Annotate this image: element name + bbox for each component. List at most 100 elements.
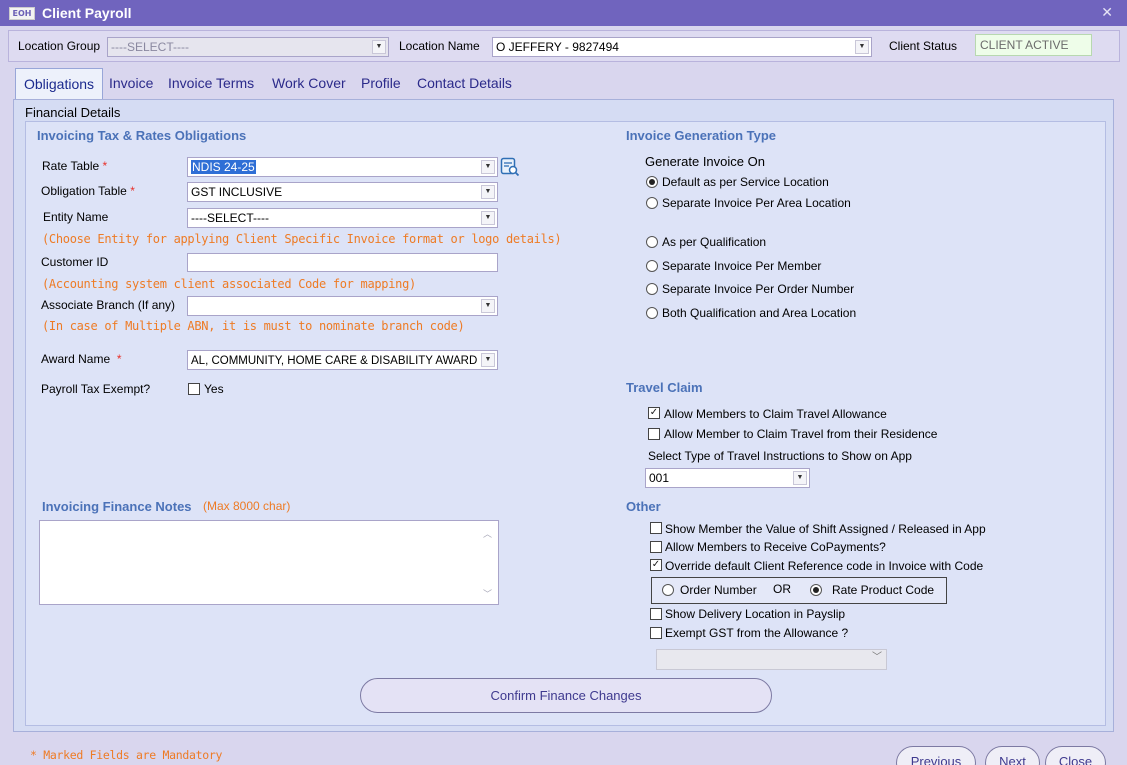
tab-invoice[interactable]: Invoice [109, 68, 153, 100]
allow-travel-allowance-checkbox[interactable]: ✓ [648, 407, 660, 419]
option-separate-per-member: Separate Invoice Per Member [662, 259, 822, 273]
required-marker: * [130, 184, 135, 198]
entity-name-select[interactable]: ----SELECT---- ▼ [187, 208, 498, 228]
rate-product-code-label: Rate Product Code [832, 583, 935, 597]
associate-branch-select[interactable]: ▼ [187, 296, 498, 316]
radio-default-service-location[interactable] [646, 176, 658, 188]
award-name-value: AL, COMMUNITY, HOME CARE & DISABILITY AW… [191, 355, 478, 367]
location-group-select[interactable]: ----SELECT---- ▼ [107, 37, 389, 57]
radio-separate-area-location[interactable] [646, 197, 658, 209]
scroll-down-icon[interactable]: ﹀ [483, 587, 492, 600]
override-ref-code-label: Override default Client Reference code i… [665, 559, 984, 573]
radio-both-qualification-area[interactable] [646, 307, 658, 319]
chevron-down-icon: ▼ [481, 160, 495, 174]
title-bar: EOH Client Payroll ✕ [0, 0, 1127, 26]
exempt-gst-checkbox[interactable] [650, 627, 662, 639]
tab-work-cover[interactable]: Work Cover [272, 68, 346, 100]
obligation-table-select[interactable]: GST INCLUSIVE ▼ [187, 182, 498, 202]
show-shift-value-checkbox[interactable] [650, 522, 662, 534]
option-both-qualification-area: Both Qualification and Area Location [662, 306, 857, 320]
location-group-label: Location Group [18, 39, 101, 53]
location-name-label: Location Name [399, 39, 480, 53]
award-name-label-text: Award Name [41, 352, 111, 366]
travel-instructions-select[interactable]: 001 ▼ [645, 468, 810, 488]
customer-id-label: Customer ID [41, 255, 109, 269]
client-status-label: Client Status [889, 39, 958, 53]
client-payroll-window: EOH Client Payroll ✕ Location Group ----… [0, 0, 1127, 765]
other-section-title: Other [626, 499, 661, 514]
finance-notes-textarea[interactable]: ︿ ﹀ [39, 520, 499, 605]
tax-rates-section-title: Invoicing Tax & Rates Obligations [37, 128, 247, 143]
award-name-select[interactable]: AL, COMMUNITY, HOME CARE & DISABILITY AW… [187, 350, 498, 370]
required-marker: * [102, 159, 108, 173]
option-separate-per-order-number: Separate Invoice Per Order Number [662, 282, 855, 296]
tab-contact-details[interactable]: Contact Details [417, 68, 512, 100]
window-close-icon[interactable]: ✕ [1101, 4, 1113, 21]
allow-travel-allowance-label: Allow Members to Claim Travel Allowance [664, 407, 887, 421]
rate-table-select[interactable]: NDIS 24-25 ▼ [187, 157, 498, 177]
copayments-checkbox[interactable] [650, 541, 662, 553]
or-label: OR [773, 582, 791, 596]
delivery-location-checkbox[interactable] [650, 608, 662, 620]
tab-invoice-terms[interactable]: Invoice Terms [168, 68, 254, 100]
associate-branch-label: Associate Branch (If any) [41, 298, 176, 312]
entity-name-label: Entity Name [43, 210, 109, 224]
chevron-down-icon: ▼ [855, 40, 869, 54]
tab-profile[interactable]: Profile [361, 68, 401, 100]
finance-notes-title: Invoicing Finance Notes [42, 499, 192, 514]
entity-name-value: ----SELECT---- [191, 211, 269, 225]
allowance-select[interactable]: ﹀ [656, 649, 887, 670]
customer-id-input[interactable] [187, 253, 498, 272]
chevron-down-icon: ▼ [793, 471, 807, 485]
location-bar: Location Group ----SELECT---- ▼ Location… [8, 30, 1120, 62]
invoice-generation-title: Invoice Generation Type [626, 128, 777, 143]
travel-from-residence-label: Allow Member to Claim Travel from their … [664, 427, 938, 441]
client-status-field: CLIENT ACTIVE [975, 34, 1092, 56]
radio-separate-per-order-number[interactable] [646, 283, 658, 295]
scroll-up-icon[interactable]: ︿ [483, 527, 492, 540]
chevron-down-icon: ▼ [481, 299, 495, 313]
option-separate-area-location: Separate Invoice Per Area Location [662, 196, 851, 210]
financial-details-label: Financial Details [25, 105, 121, 120]
rate-lookup-icon[interactable] [500, 157, 520, 177]
obligation-table-label-text: Obligation Table [41, 184, 127, 198]
location-name-select[interactable]: O JEFFERY - 9827494 ▼ [492, 37, 872, 57]
rate-table-label-text: Rate Table [42, 159, 100, 173]
order-number-label: Order Number [680, 583, 757, 597]
tab-obligations[interactable]: Obligations [15, 68, 104, 100]
chevron-down-icon: ▼ [481, 185, 495, 199]
customer-id-hint: (Accounting system client associated Cod… [42, 277, 416, 291]
radio-rate-product-code[interactable] [810, 584, 822, 596]
travel-instructions-label: Select Type of Travel Instructions to Sh… [648, 449, 912, 463]
mandatory-fields-note: * Marked Fields are Mandatory [30, 748, 223, 762]
option-default-service-location: Default as per Service Location [662, 175, 829, 189]
travel-from-residence-checkbox[interactable] [648, 428, 660, 440]
app-logo: EOH [9, 7, 35, 20]
close-button[interactable]: Close [1045, 746, 1106, 765]
radio-as-per-qualification[interactable] [646, 236, 658, 248]
award-name-label: Award Name * [41, 352, 121, 366]
show-shift-value-label: Show Member the Value of Shift Assigned … [665, 522, 986, 536]
payroll-tax-label: Payroll Tax Exempt? [41, 382, 151, 396]
location-name-value: O JEFFERY - 9827494 [496, 40, 619, 54]
obligation-table-value: GST INCLUSIVE [191, 185, 283, 199]
radio-order-number[interactable] [662, 584, 674, 596]
previous-button[interactable]: Previous [896, 746, 976, 765]
next-button[interactable]: Next [985, 746, 1040, 765]
finance-notes-max-hint: (Max 8000 char) [203, 499, 291, 513]
rate-table-value: NDIS 24-25 [191, 160, 256, 174]
exempt-gst-label: Exempt GST from the Allowance ? [665, 626, 849, 640]
chevron-down-icon: ﹀ [872, 652, 882, 663]
location-group-value: ----SELECT---- [111, 40, 189, 54]
override-ref-code-checkbox[interactable]: ✓ [650, 559, 662, 571]
generate-invoice-on-label: Generate Invoice On [645, 154, 765, 169]
confirm-finance-changes-button[interactable]: Confirm Finance Changes [360, 678, 772, 713]
option-as-per-qualification: As per Qualification [662, 235, 767, 249]
obligation-table-label: Obligation Table * [41, 184, 135, 198]
rate-table-label: Rate Table * [42, 159, 107, 173]
branch-hint: (In case of Multiple ABN, it is must to … [42, 319, 465, 333]
payroll-tax-checkbox[interactable] [188, 383, 200, 395]
required-marker: * [116, 352, 122, 366]
payroll-tax-option-label: Yes [204, 382, 224, 396]
radio-separate-per-member[interactable] [646, 260, 658, 272]
